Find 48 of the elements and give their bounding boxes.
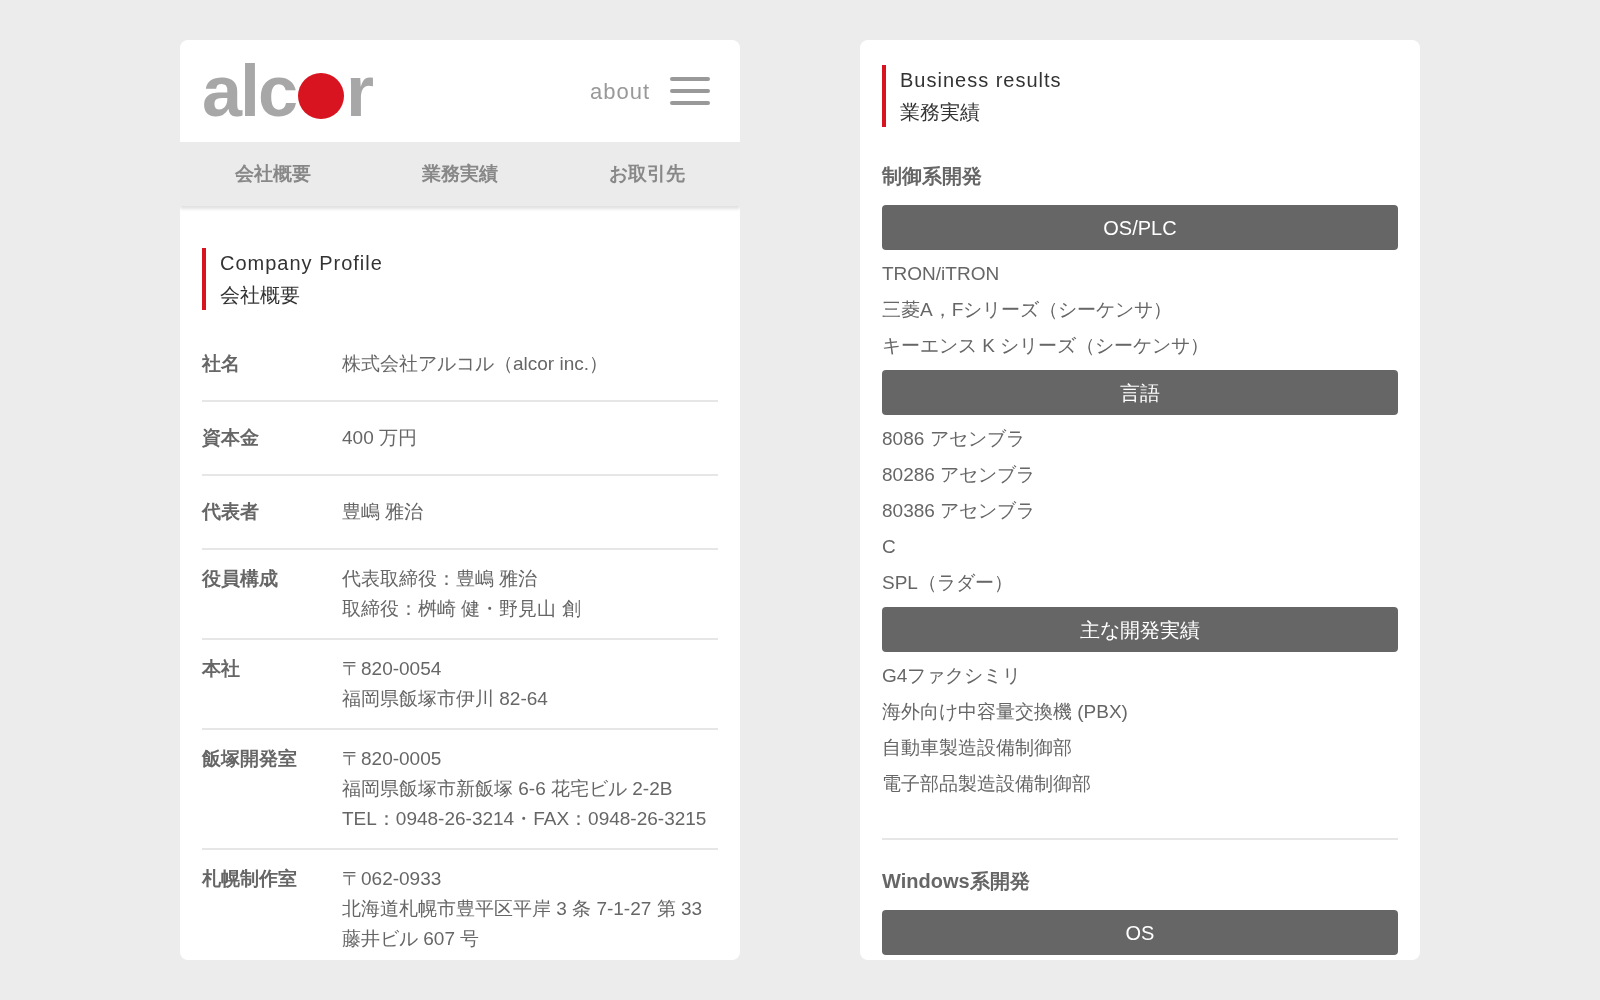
row-value: 代表取締役：豊嶋 雅治 bbox=[342, 567, 539, 591]
row-value: 福岡県飯塚市新飯塚 6-6 花宅ビル 2-2B bbox=[342, 777, 674, 801]
row-value: 〒820-0005 bbox=[342, 747, 443, 771]
logo-text[interactable]: alc bbox=[202, 55, 297, 127]
group-header: 主な開発実績 bbox=[882, 607, 1398, 652]
section-title: Company Profile bbox=[220, 251, 383, 276]
row-value: 豊嶋 雅治 bbox=[342, 500, 424, 524]
row-value: 〒062-0933 bbox=[342, 867, 443, 891]
list-item: SPL（ラダー） bbox=[882, 571, 1014, 595]
row-label: 飯塚開発室 bbox=[202, 747, 298, 771]
row-value: 福岡県飯塚市伊川 82-64 bbox=[342, 687, 548, 711]
list-item: G4ファクシミリ bbox=[882, 664, 1023, 688]
section-title: Business results bbox=[900, 68, 1062, 93]
list-item: 8086 アセンブラ bbox=[882, 427, 1026, 451]
nav-tab[interactable]: 会社概要 bbox=[180, 142, 367, 206]
list-item: TRON/iTRON bbox=[882, 262, 1001, 286]
row-value: 株式会社アルコル（alcor inc.） bbox=[342, 352, 609, 376]
list-item: C bbox=[882, 535, 897, 559]
category-heading: 制御系開発 bbox=[882, 164, 983, 189]
section-subtitle: 会社概要 bbox=[220, 283, 301, 308]
list-item: キーエンス K シリーズ（シーケンサ） bbox=[882, 334, 1211, 358]
group-header: 言語 bbox=[882, 370, 1398, 415]
list-item: 80286 アセンブラ bbox=[882, 463, 1037, 487]
row-value: 取締役：桝崎 健・野見山 創 bbox=[342, 597, 581, 621]
logo-text[interactable]: r bbox=[346, 55, 373, 127]
category-heading: Windows系開発 bbox=[882, 869, 1031, 894]
row-label: 資本金 bbox=[202, 426, 260, 450]
nav-tab[interactable]: 業務実績 bbox=[366, 142, 554, 206]
row-label: 社名 bbox=[202, 352, 241, 376]
section-subtitle: 業務実績 bbox=[900, 100, 981, 125]
row-value: 北海道札幌市豊平区平岸 3 条 7-1-27 第 33 bbox=[342, 897, 703, 921]
nav-tab[interactable]: お取引先 bbox=[553, 142, 740, 206]
row-value: 藤井ビル 607 号 bbox=[342, 927, 481, 951]
list-item: 電子部品製造設備制御部 bbox=[882, 772, 1092, 796]
row-value: 400 万円 bbox=[342, 426, 417, 450]
about-link[interactable]: about bbox=[589, 74, 650, 108]
row-label: 札幌制作室 bbox=[202, 867, 298, 891]
list-item: 海外向け中容量交換機 (PBX) bbox=[882, 700, 1129, 724]
row-value: TEL：0948-26-3214・FAX：0948-26-3215 bbox=[342, 807, 707, 831]
row-label: 代表者 bbox=[202, 500, 260, 524]
list-item: 自動車製造設備制御部 bbox=[882, 736, 1073, 760]
row-label: 本社 bbox=[202, 657, 241, 681]
row-value: 〒820-0054 bbox=[342, 657, 443, 681]
list-item: 三菱A，Fシリーズ（シーケンサ） bbox=[882, 298, 1174, 322]
group-header: OS/PLC bbox=[882, 205, 1398, 250]
list-item: 80386 アセンブラ bbox=[882, 499, 1037, 523]
group-header: OS bbox=[882, 910, 1398, 955]
row-label: 役員構成 bbox=[202, 567, 279, 591]
